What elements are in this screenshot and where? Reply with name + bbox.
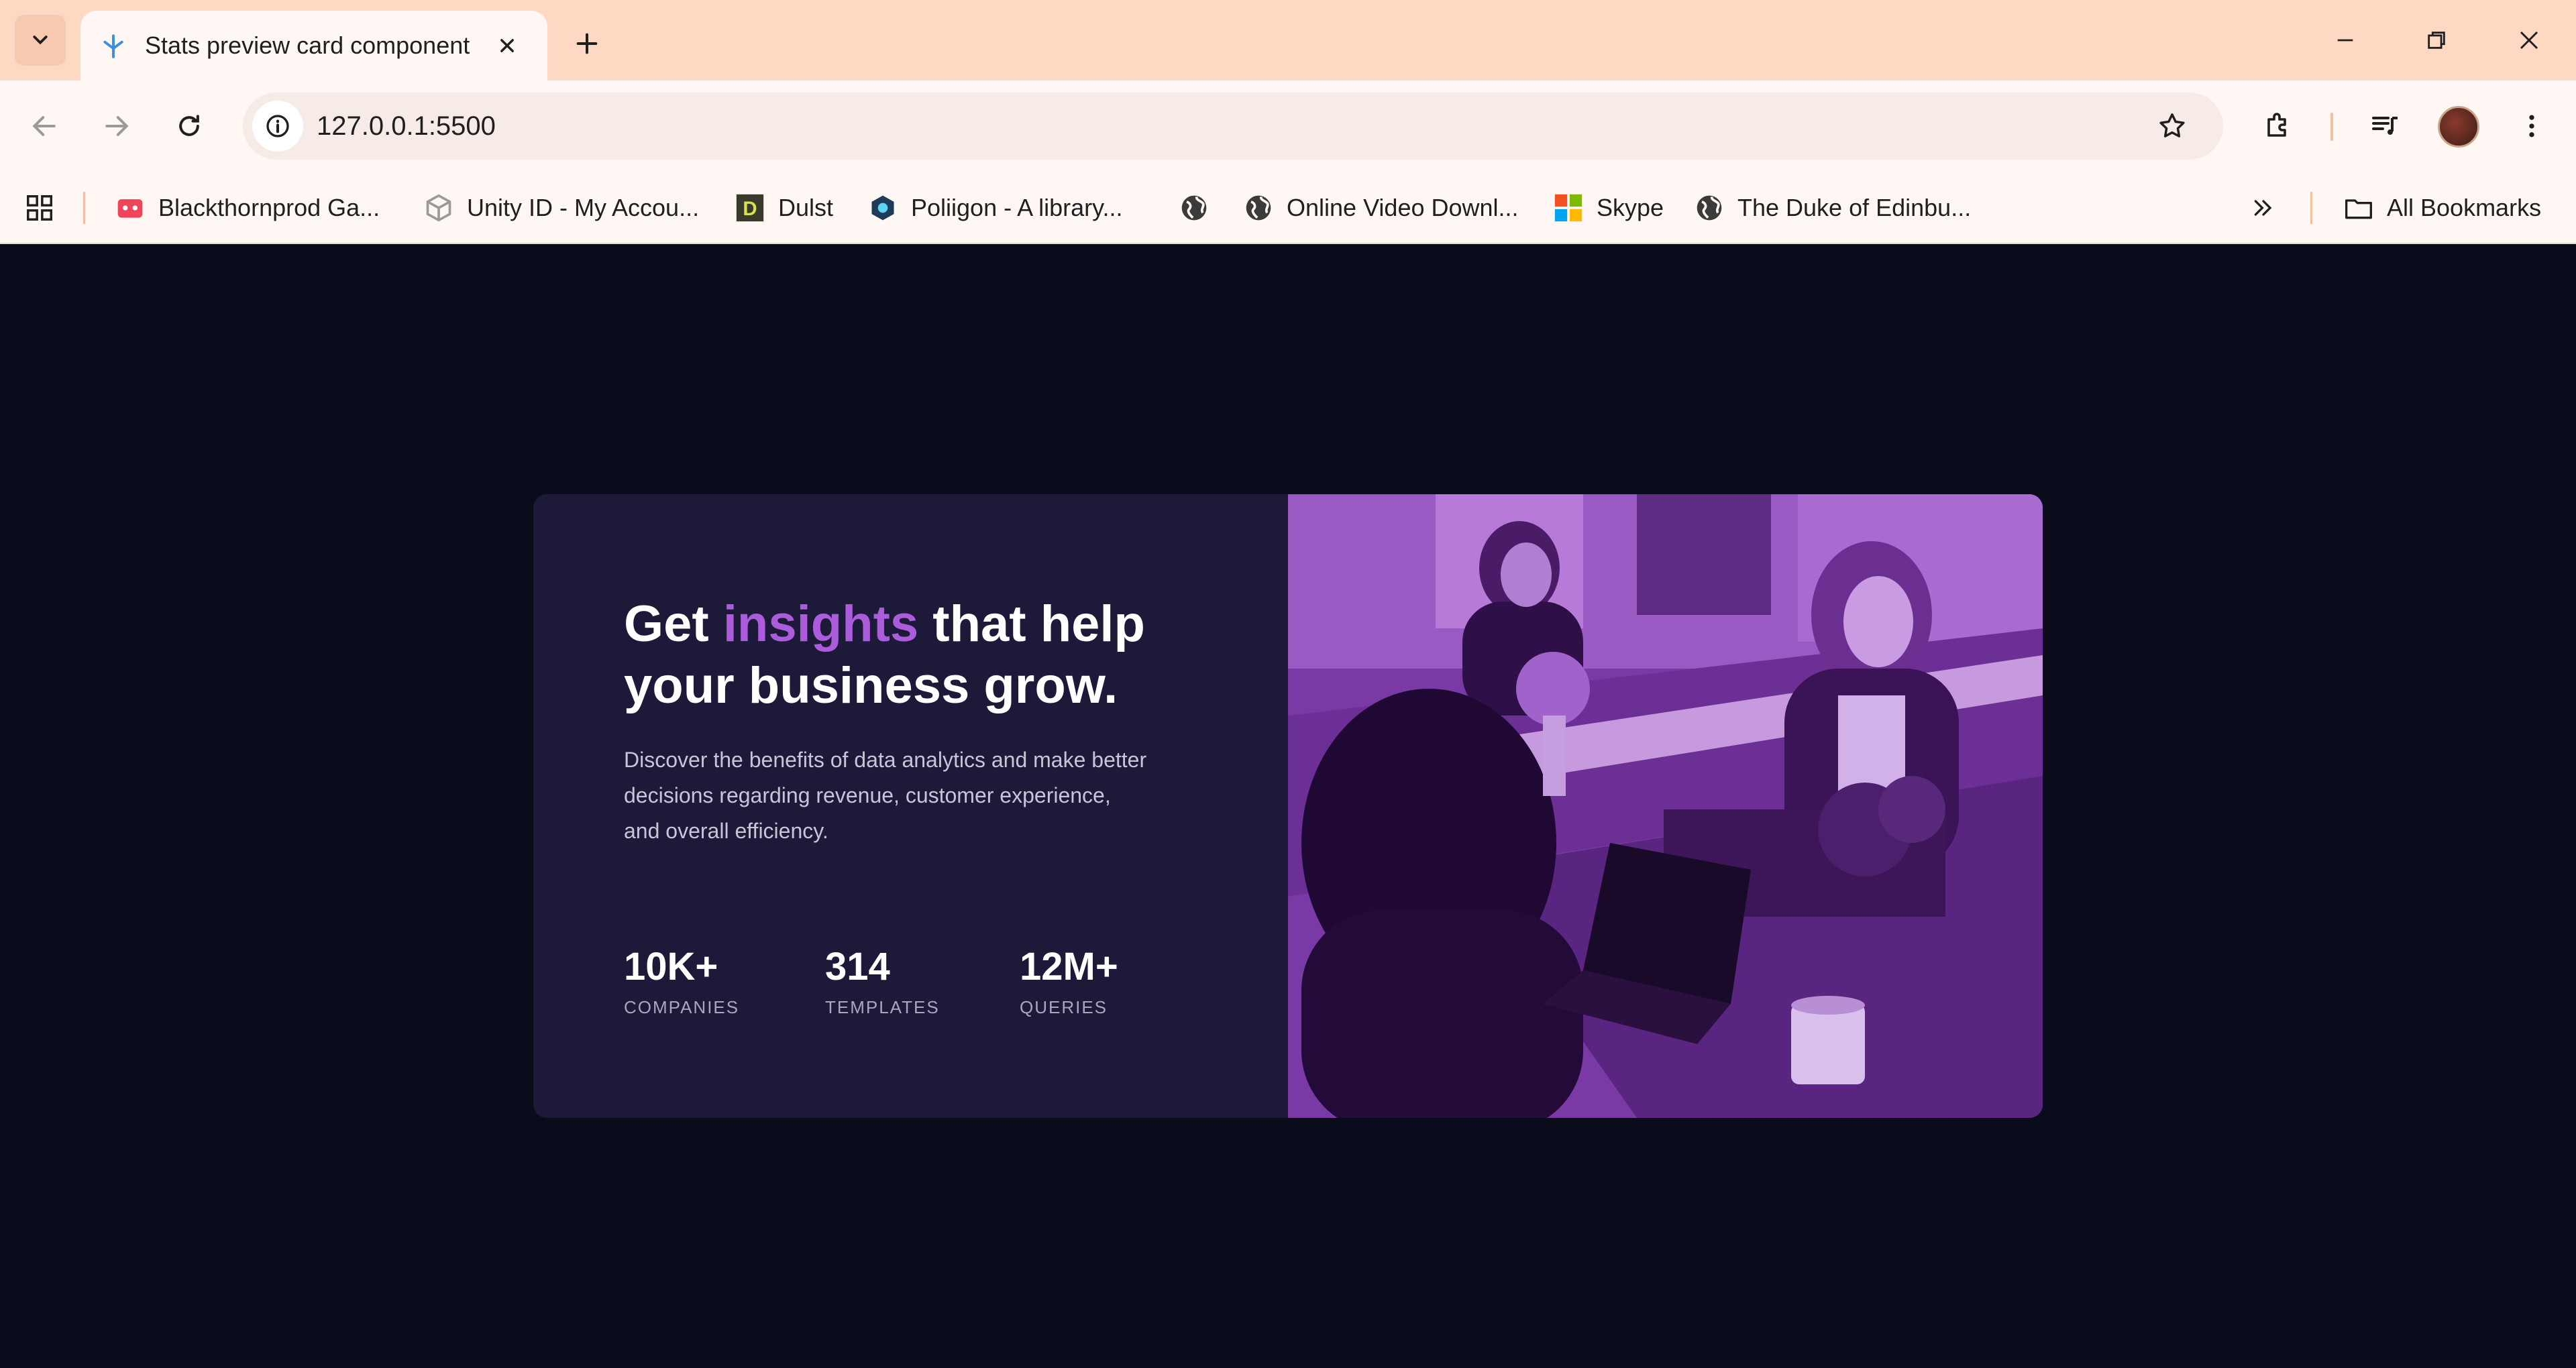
dulst-icon: D [735,193,765,223]
close-icon [2520,31,2538,50]
address-bar[interactable]: 127.0.0.1:5500 [243,93,2223,160]
bookmark-dulst[interactable]: D Dulst [735,172,833,244]
microsoft-icon [1554,193,1583,223]
apps-grid-icon [27,195,52,221]
bookmark-label: Blackthornprod Ga... [158,194,380,221]
playlist-music-icon [2372,117,2398,135]
bookmark-label: The Duke of Edinbu... [1737,194,1972,221]
bookmark-poliigon[interactable]: Poliigon - A library... [868,172,1122,244]
active-tab[interactable]: Stats preview card component [80,11,547,80]
stat-templates: 314 TEMPLATES [825,944,940,1018]
office-photo-image [1288,494,2043,1118]
tab-search-button[interactable] [15,15,66,66]
media-controls-button[interactable] [2359,99,2412,153]
plus-icon [576,33,598,54]
title-text-start: Get [624,595,723,652]
card-title: Get insights that help your business gro… [624,593,1201,717]
toolbar: 127.0.0.1:5500 [0,80,2576,172]
bookmark-label: Skype [1597,194,1664,221]
bookmark-duke-of-edinburgh[interactable]: The Duke of Edinbu... [1695,172,1971,244]
more-vertical-icon [2529,115,2534,137]
stat-value: 10K+ [624,945,718,988]
extensions-button[interactable] [2251,99,2305,153]
bookmark-label: Online Video Downl... [1287,194,1519,221]
chevron-down-icon [33,36,48,45]
toolbar-divider [2330,113,2333,141]
stat-label: QUERIES [1020,997,1108,1017]
bookmark-label: Poliigon - A library... [911,194,1123,221]
globe-icon [1695,193,1724,223]
globe-icon [1244,193,1273,223]
bookmark-star-button[interactable] [2151,105,2194,148]
stat-label: TEMPLATES [825,997,940,1017]
bookmark-online-video[interactable]: Online Video Downl... [1244,172,1519,244]
tab-favicon-icon [103,34,123,58]
more-bookmarks-button[interactable] [2250,172,2277,244]
restore-button[interactable] [2410,13,2463,67]
folder-icon [2344,193,2373,223]
stat-value: 314 [825,945,890,988]
tab-close-button[interactable] [491,30,523,62]
bookmarks-bar: Blackthornprod Ga... Unity ID - My Accou… [0,172,2576,244]
title-accent-word: insights [722,595,919,652]
close-icon [500,39,514,52]
back-button[interactable] [17,99,71,153]
stats-card: Get insights that help your business gro… [533,494,2043,1118]
apps-button[interactable] [24,172,55,244]
star-icon [2159,113,2185,137]
restore-icon [2428,32,2445,49]
chevron-double-right-icon [2254,200,2272,216]
browser-menu-button[interactable] [2505,99,2559,153]
minimize-icon [2337,39,2353,42]
stat-value: 12M+ [1020,945,1118,988]
stat-label: COMPANIES [624,997,740,1017]
bookmark-blackthornprod[interactable]: Blackthornprod Ga... [115,172,380,244]
stat-queries: 12M+ QUERIES [1020,944,1118,1018]
reload-button[interactable] [162,99,216,153]
stat-companies: 10K+ COMPANIES [624,944,739,1018]
card-description: Discover the benefits of data analytics … [624,748,1147,843]
forward-button[interactable] [90,99,144,153]
bookmark-unity[interactable]: Unity ID - My Accou... [424,172,699,244]
profile-avatar[interactable] [2438,106,2479,148]
gamepad-icon [115,193,145,223]
poliigon-icon [868,193,898,223]
bookmarks-divider [83,192,85,224]
svg-text:D: D [743,198,757,220]
bookmark-label: Unity ID - My Accou... [467,194,700,221]
bookmarks-divider [2310,192,2312,224]
window-close-button[interactable] [2502,13,2556,67]
bookmark-label: Dulst [778,194,834,221]
reload-icon [179,115,199,136]
title-bar: Stats preview card component [0,0,2576,80]
page-viewport: Get insights that help your business gro… [0,244,2576,1368]
new-tab-button[interactable] [565,21,609,66]
card-image [1288,494,2043,1118]
bookmark-skype[interactable]: Skype [1554,172,1664,244]
all-bookmarks-label: All Bookmarks [2387,194,2542,221]
all-bookmarks-button[interactable]: All Bookmarks [2344,172,2541,244]
url-text[interactable]: 127.0.0.1:5500 [317,93,496,160]
minimize-button[interactable] [2318,13,2372,67]
card-content: Get insights that help your business gro… [533,494,1288,1118]
site-info-button[interactable] [252,101,303,152]
tab-title: Stats preview card component [145,32,470,59]
info-icon [266,115,289,137]
arrow-right-icon [105,116,129,136]
globe-icon [1179,193,1209,223]
arrow-left-icon [32,116,56,136]
puzzle-icon [2267,113,2286,137]
bookmark-globe[interactable] [1179,172,1222,244]
unity-icon [424,193,453,223]
